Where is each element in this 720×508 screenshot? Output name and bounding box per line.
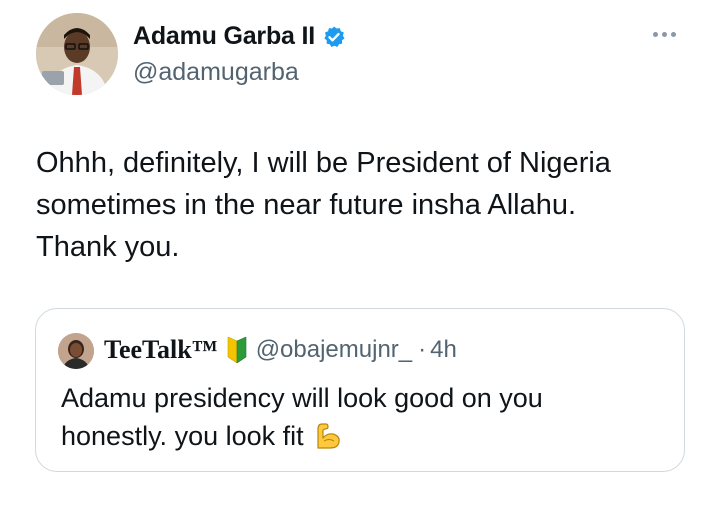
tweet-text-line: Thank you. <box>36 231 180 263</box>
quoted-text-line: Adamu presidency will look good on you <box>61 383 543 413</box>
quoted-tweet-card[interactable]: TeeTalk™ @obajemujnr_ · 4h Adamu preside… <box>35 308 685 472</box>
author-display-name[interactable]: Adamu Garba II <box>133 22 346 51</box>
flexed-biceps-icon <box>312 421 342 461</box>
quoted-author-avatar <box>58 333 94 369</box>
author-handle[interactable]: @adamugarba <box>133 58 299 87</box>
tweet-card: Adamu Garba II @adamugarba Ohhh, definit… <box>0 0 720 508</box>
verified-badge-icon <box>322 25 346 49</box>
quoted-tweet-header: TeeTalk™ @obajemujnr_ · 4h <box>104 335 457 365</box>
quoted-text-line: honestly. you look fit <box>61 417 671 461</box>
author-name-text: Adamu Garba II <box>133 22 315 50</box>
quoted-tweet-timestamp[interactable]: 4h <box>430 336 457 364</box>
quoted-tweet-text: Adamu presidency will look good on you h… <box>61 379 671 461</box>
tweet-text-line: Ohhh, definitely, I will be President of… <box>36 147 611 179</box>
author-avatar[interactable] <box>36 13 118 95</box>
header-separator: · <box>418 336 427 363</box>
quoted-author-handle[interactable]: @obajemujnr_ <box>256 336 412 364</box>
quoted-author-name[interactable]: TeeTalk™ <box>104 335 218 365</box>
quoted-text-line-content: honestly. you look fit <box>61 421 304 451</box>
tweet-text-line: sometimes in the near future insha Allah… <box>36 189 577 221</box>
japanese-beginner-symbol-icon <box>226 337 248 363</box>
more-options-icon[interactable] <box>653 32 676 37</box>
tweet-text: Ohhh, definitely, I will be President of… <box>36 142 696 268</box>
